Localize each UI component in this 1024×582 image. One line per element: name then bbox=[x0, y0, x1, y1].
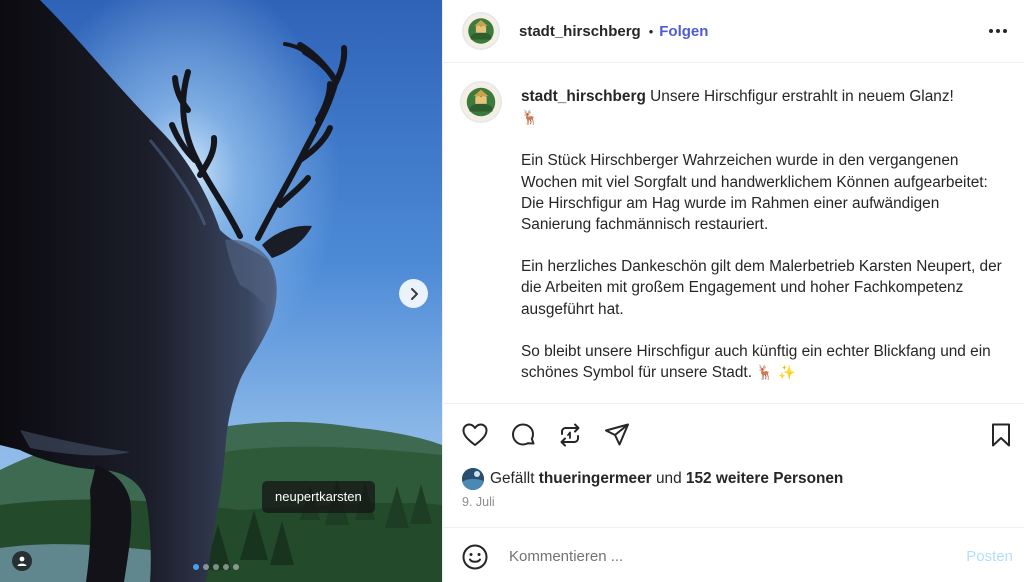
likes-prefix: Gefällt bbox=[490, 470, 535, 487]
send-icon bbox=[605, 423, 629, 446]
chevron-right-icon bbox=[410, 287, 418, 300]
post-comment-button[interactable]: Posten bbox=[966, 548, 1013, 565]
slide-indicator bbox=[193, 564, 239, 570]
first-liker-link[interactable]: thueringermeer bbox=[539, 470, 652, 488]
avatar[interactable] bbox=[462, 12, 500, 50]
comment-icon bbox=[512, 423, 535, 446]
caption-last-paragraph: So bleibt unsere Hirschfigur auch künfti… bbox=[521, 341, 1011, 384]
repost-icon bbox=[560, 423, 580, 447]
other-likers-link[interactable]: 152 weitere Personen bbox=[686, 470, 843, 488]
slide-dot bbox=[213, 564, 219, 570]
share-button[interactable] bbox=[603, 421, 631, 449]
caption-paragraph: Ein Stück Hirschberger Wahrzeichen wurde… bbox=[521, 152, 988, 234]
post-date[interactable]: 9. Juli bbox=[462, 495, 495, 509]
caption-section: stadt_hirschberg Unsere Hirschfigur erst… bbox=[443, 63, 1024, 403]
slide-dot bbox=[193, 564, 199, 570]
comment-bar: Posten bbox=[443, 527, 1024, 582]
liker-photo-icon bbox=[462, 468, 484, 490]
save-button[interactable] bbox=[987, 421, 1015, 449]
post-media[interactable]: neupertkarsten bbox=[0, 0, 442, 582]
caption-paragraph: Ein herzliches Dankeschön gilt dem Maler… bbox=[521, 258, 1002, 318]
comment-input[interactable] bbox=[509, 544, 929, 568]
caption-username[interactable]: stadt_hirschberg bbox=[521, 88, 646, 105]
slide-dot bbox=[203, 564, 209, 570]
person-icon bbox=[17, 556, 27, 566]
more-options-button[interactable] bbox=[986, 22, 1010, 40]
like-button[interactable] bbox=[461, 421, 489, 449]
follow-button[interactable]: Folgen bbox=[659, 23, 708, 40]
caption-paragraph: Unsere Hirschfigur erstrahlt in neuem Gl… bbox=[650, 88, 954, 105]
repost-button[interactable] bbox=[556, 421, 584, 449]
header-separator: • bbox=[648, 23, 654, 39]
likes-summary: Gefällt thueringermeer und 152 weitere P… bbox=[462, 468, 843, 490]
deer-emoji: 🦌 bbox=[521, 110, 539, 127]
city-logo-icon bbox=[464, 14, 498, 48]
liker-avatar[interactable] bbox=[462, 468, 484, 490]
slide-dot bbox=[223, 564, 229, 570]
smiley-icon bbox=[462, 544, 488, 570]
header-username[interactable]: stadt_hirschberg bbox=[519, 23, 641, 40]
comment-button[interactable] bbox=[509, 421, 537, 449]
next-slide-button[interactable] bbox=[399, 279, 428, 308]
emoji-picker-button[interactable] bbox=[462, 544, 488, 570]
post-side-panel: stadt_hirschberg • Folgen stadt_hirschbe… bbox=[442, 0, 1024, 582]
city-logo-icon bbox=[462, 83, 500, 121]
likes-connector: und bbox=[655, 470, 682, 487]
user-tag-label[interactable]: neupertkarsten bbox=[262, 481, 375, 513]
post-photo bbox=[0, 0, 442, 582]
post-actions bbox=[443, 403, 1024, 465]
user-tags-button[interactable] bbox=[12, 551, 32, 571]
deer-sparkles-emoji: 🦌 ✨ bbox=[756, 365, 796, 382]
caption-text: stadt_hirschberg Unsere Hirschfigur erst… bbox=[521, 86, 1011, 405]
heart-icon bbox=[462, 423, 488, 446]
more-horizontal-icon bbox=[989, 29, 1007, 33]
slide-dot bbox=[233, 564, 239, 570]
caption-avatar[interactable] bbox=[460, 81, 502, 123]
caption-first-line: stadt_hirschberg Unsere Hirschfigur erst… bbox=[521, 86, 1011, 129]
post-header: stadt_hirschberg • Folgen bbox=[443, 0, 1024, 63]
bookmark-icon bbox=[992, 423, 1010, 447]
